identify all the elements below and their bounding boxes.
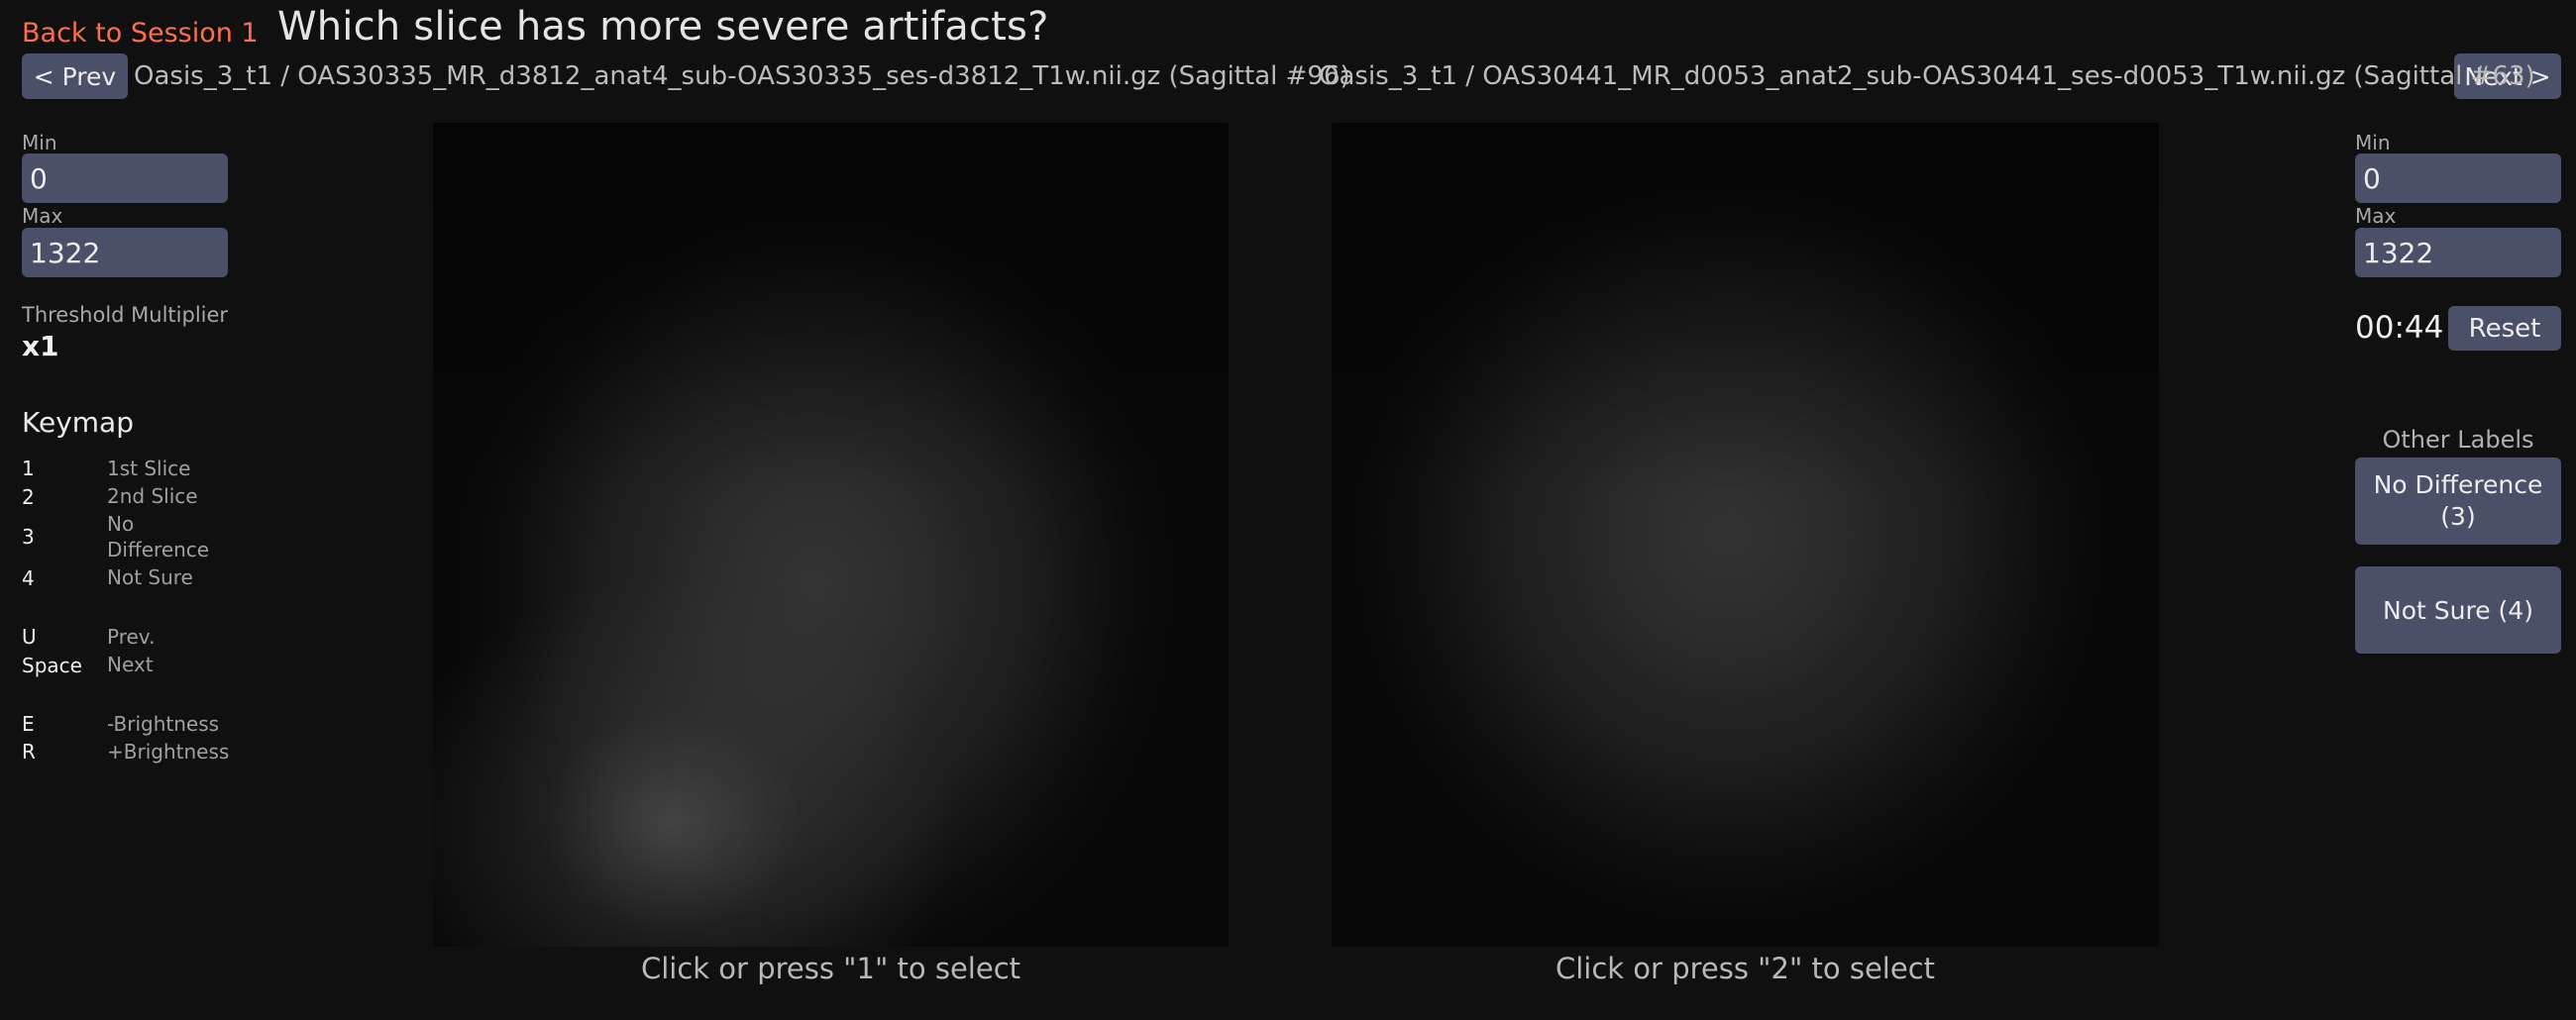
keymap-key: 3 <box>22 525 35 549</box>
not-sure-button[interactable]: Not Sure (4) <box>2355 566 2561 654</box>
keymap-action: Not Sure <box>107 565 193 589</box>
keymap-key: R <box>22 740 36 764</box>
back-to-session-link[interactable]: Back to Session 1 <box>22 18 259 49</box>
keymap-key: U <box>22 625 37 649</box>
keymap-action: Next <box>107 653 154 676</box>
no-difference-button[interactable]: No Difference (3) <box>2355 458 2561 545</box>
keymap-action: 2nd Slice <box>107 484 198 508</box>
slice-1-image <box>433 123 1229 947</box>
keymap-key: 1 <box>22 457 35 480</box>
left-max-input[interactable] <box>22 228 228 277</box>
keymap-action: 1st Slice <box>107 457 191 480</box>
threshold-multiplier-label: Threshold Multiplier <box>22 303 229 327</box>
keymap-key: Space <box>22 654 82 677</box>
threshold-multiplier-value: x1 <box>22 330 59 362</box>
right-max-input[interactable] <box>2355 228 2561 277</box>
slice-1-viewer[interactable] <box>433 123 1229 947</box>
keymap-key: E <box>22 712 35 736</box>
timer: 00:44 <box>2355 310 2444 346</box>
reset-button[interactable]: Reset <box>2448 306 2561 351</box>
keymap-action: Prev. <box>107 625 156 649</box>
left-min-input[interactable] <box>22 153 228 203</box>
other-labels-title: Other Labels <box>2382 426 2534 454</box>
slice-2-viewer[interactable] <box>1332 123 2159 947</box>
left-max-label: Max <box>22 204 63 228</box>
keymap-key: 4 <box>22 566 35 590</box>
right-min-label: Min <box>2355 131 2391 154</box>
right-slice-path: Oasis_3_t1 / OAS30441_MR_d0053_anat2_sub… <box>1319 61 2535 91</box>
keymap-action: No Difference <box>107 512 210 561</box>
slice-2-image <box>1332 123 2159 947</box>
keymap-action: -Brightness <box>107 712 220 736</box>
right-min-input[interactable] <box>2355 153 2561 203</box>
keymap-title: Keymap <box>22 406 134 439</box>
right-max-label: Max <box>2355 204 2397 228</box>
keymap-key: 2 <box>22 485 35 509</box>
page-title: Which slice has more severe artifacts? <box>277 4 1049 50</box>
left-min-label: Min <box>22 131 57 154</box>
keymap-action: +Brightness <box>107 740 230 764</box>
slice-2-caption: Click or press "2" to select <box>1555 952 1936 985</box>
left-slice-path: Oasis_3_t1 / OAS30335_MR_d3812_anat4_sub… <box>134 61 1350 91</box>
slice-1-caption: Click or press "1" to select <box>640 952 1021 985</box>
prev-button[interactable]: < Prev <box>22 53 128 99</box>
